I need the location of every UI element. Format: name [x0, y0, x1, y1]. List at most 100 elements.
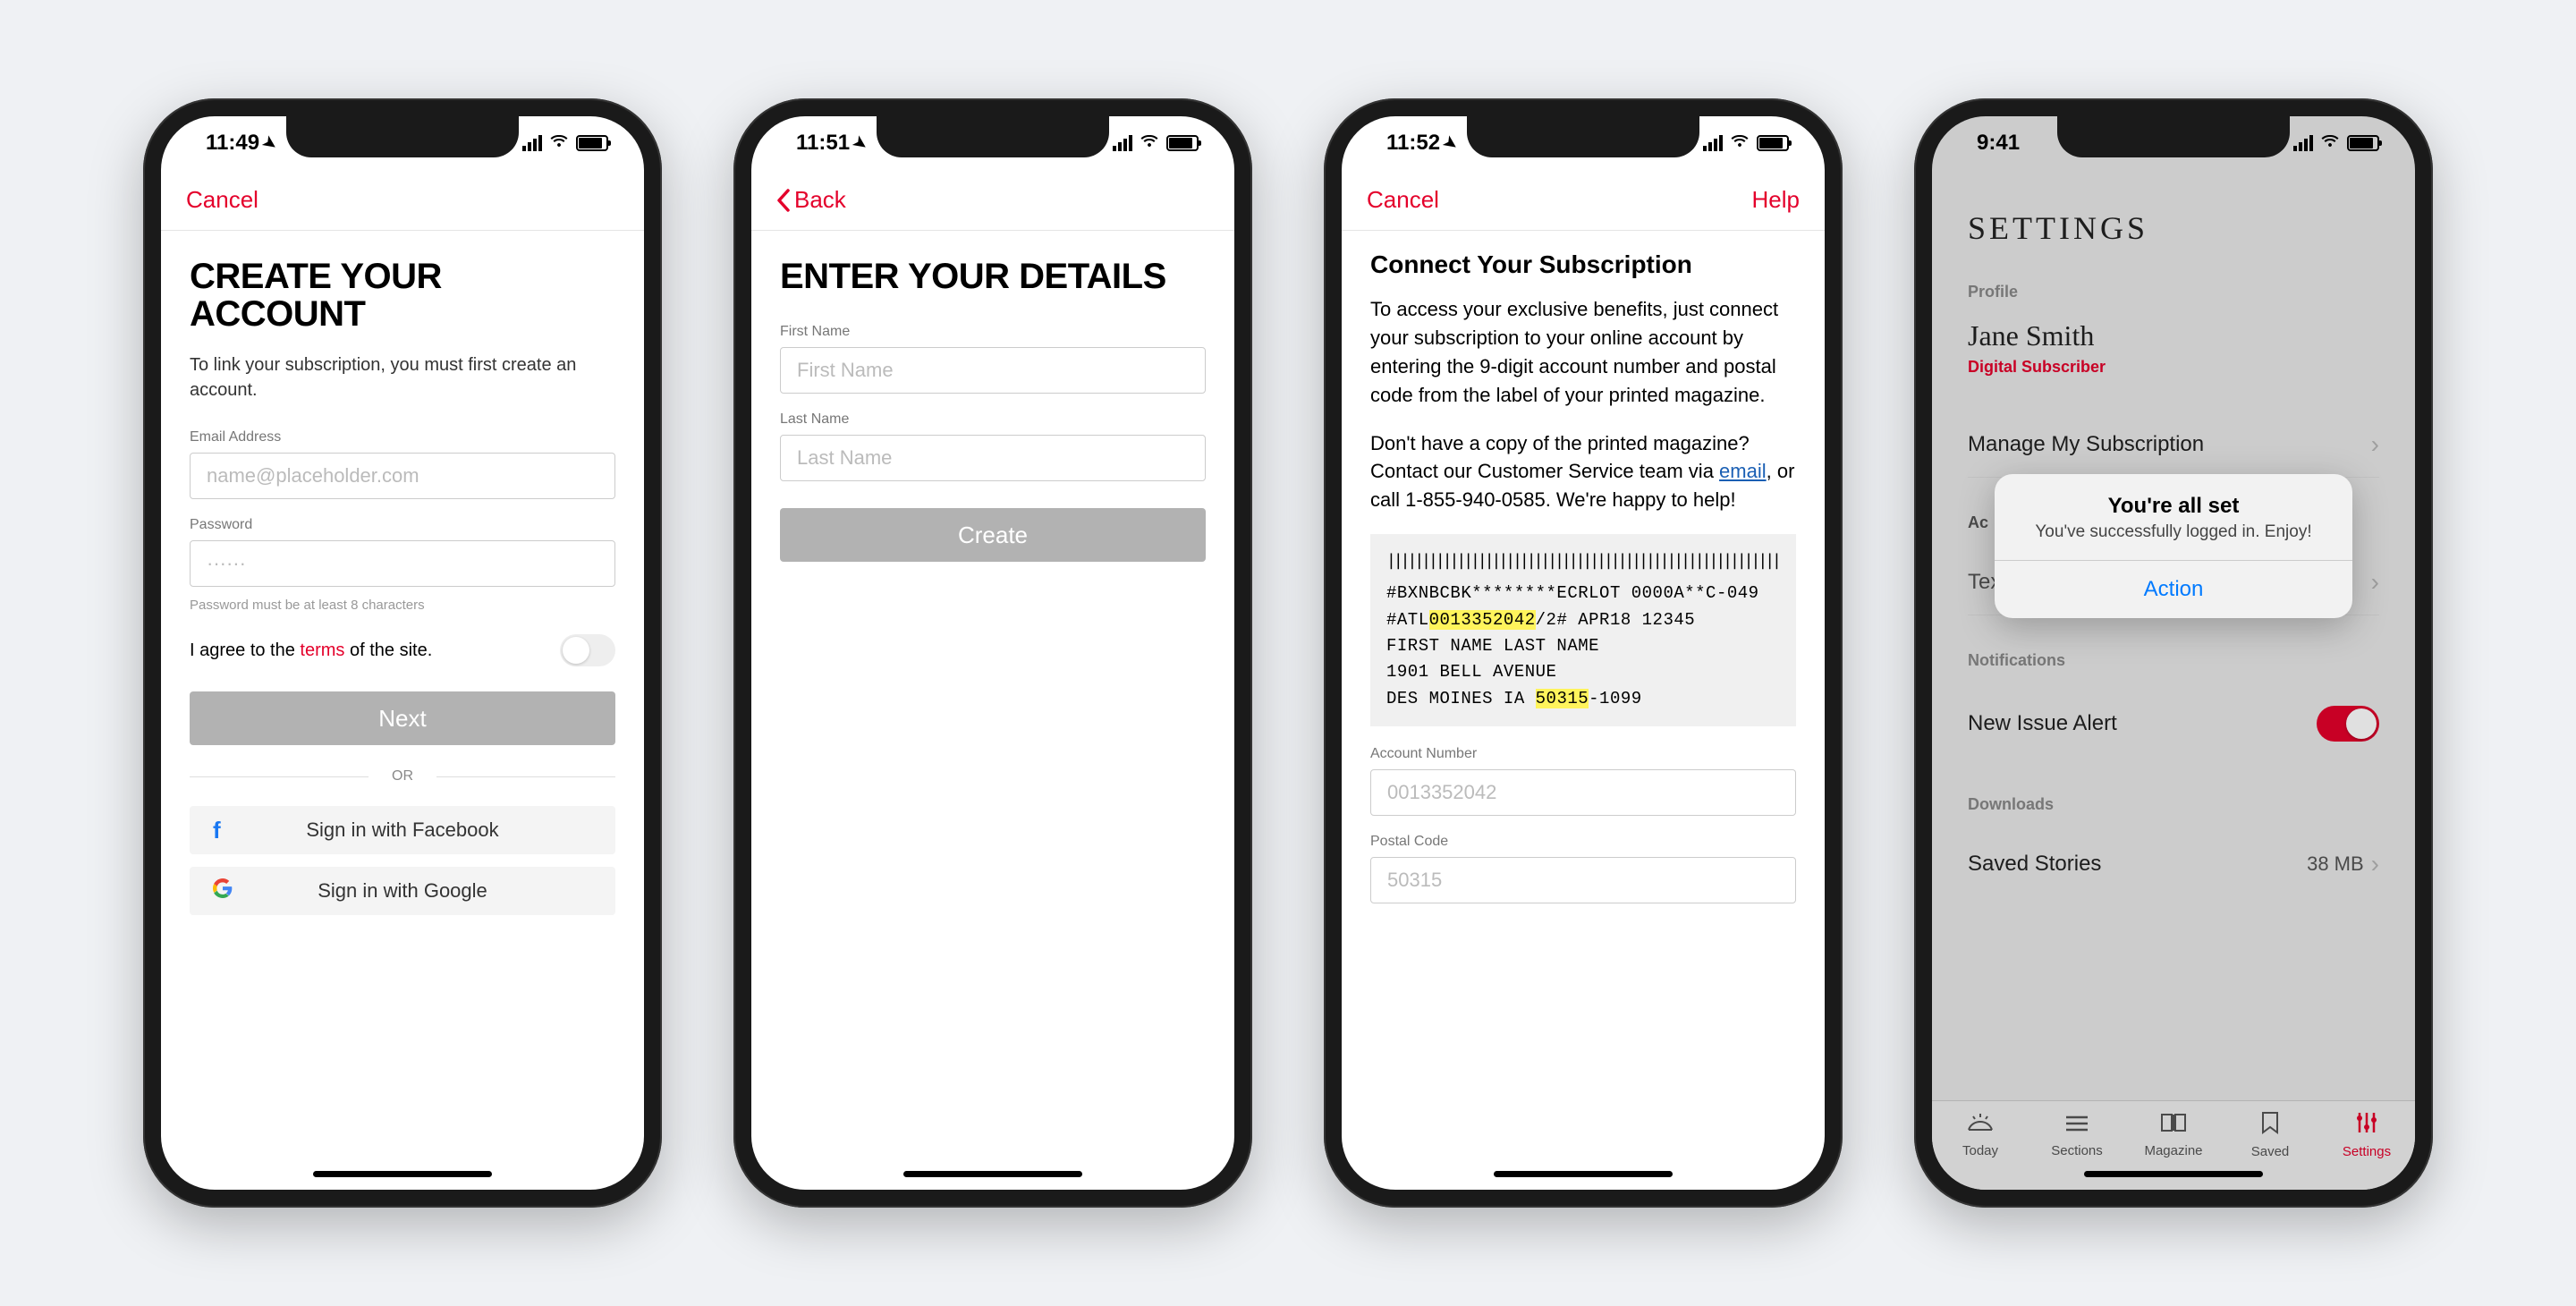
home-indicator[interactable] [2084, 1171, 2263, 1177]
home-indicator[interactable] [313, 1171, 492, 1177]
google-icon [213, 878, 233, 903]
location-icon: ➤ [258, 131, 280, 155]
terms-toggle[interactable] [560, 634, 615, 666]
magazine-icon [2160, 1111, 2187, 1140]
email-label: Email Address [190, 429, 615, 445]
next-button[interactable]: Next [190, 691, 615, 745]
account-number-field[interactable] [1370, 769, 1796, 816]
tab-saved[interactable]: Saved [2222, 1101, 2318, 1168]
saved-size: 38 MB [2307, 852, 2364, 876]
page-title: CREATE YOUR ACCOUNT [190, 258, 615, 333]
location-icon: ➤ [849, 131, 870, 155]
facebook-icon: f [213, 817, 221, 844]
settings-icon [2355, 1111, 2378, 1141]
cancel-button[interactable]: Cancel [186, 186, 258, 214]
manage-subscription-row[interactable]: Manage My Subscription › [1968, 412, 2379, 478]
password-label: Password [190, 517, 615, 533]
signal-icon [522, 135, 542, 151]
email-link[interactable]: email [1719, 460, 1767, 482]
email-field[interactable] [190, 453, 615, 499]
account-number-label: Account Number [1370, 746, 1796, 762]
terms-text: I agree to the terms of the site. [190, 640, 432, 661]
first-name-field[interactable] [780, 347, 1206, 394]
last-name-label: Last Name [780, 411, 1206, 428]
battery-icon [576, 135, 608, 151]
cancel-button[interactable]: Cancel [1367, 186, 1439, 214]
alert-message: You've successfully logged in. Enjoy! [1995, 522, 2352, 560]
wifi-icon [1730, 134, 1750, 153]
wifi-icon [1140, 134, 1159, 153]
instructions-1: To access your exclusive benefits, just … [1370, 295, 1796, 410]
status-time: 11:52 [1386, 131, 1440, 156]
phone-4: 9:41 SETTINGS Profile Jane Smith Digital… [1914, 98, 2433, 1208]
battery-icon [1166, 135, 1199, 151]
alert-dialog: You're all set You've successfully logge… [1995, 474, 2352, 618]
signal-icon [2293, 135, 2313, 151]
notch [877, 116, 1109, 157]
page-title: Connect Your Subscription [1370, 250, 1796, 279]
password-hint: Password must be at least 8 characters [190, 598, 615, 613]
help-button[interactable]: Help [1752, 186, 1800, 214]
page-subtitle: To link your subscription, you must firs… [190, 352, 615, 403]
alert-action-button[interactable]: Action [1995, 560, 2352, 618]
chevron-right-icon: › [2371, 568, 2379, 597]
new-issue-alert-row: New Issue Alert [1968, 688, 2379, 759]
create-button[interactable]: Create [780, 508, 1206, 562]
profile-section-label: Profile [1968, 283, 2379, 301]
wifi-icon [2320, 134, 2340, 153]
notch [286, 116, 519, 157]
nav-bar: Back [751, 170, 1234, 231]
profile-subtitle: Digital Subscriber [1968, 358, 2379, 377]
highlighted-postal: 50315 [1536, 689, 1589, 708]
tab-sections[interactable]: Sections [2029, 1101, 2125, 1168]
or-divider: OR [190, 768, 615, 784]
password-field[interactable] [190, 540, 615, 587]
screen-settings: 9:41 SETTINGS Profile Jane Smith Digital… [1932, 116, 2415, 1190]
home-indicator[interactable] [1494, 1171, 1673, 1177]
new-issue-toggle[interactable] [2317, 706, 2379, 742]
postal-code-field[interactable] [1370, 857, 1796, 903]
barcode-icon: ||||||||||||||||||||||||||||||||||||||||… [1386, 548, 1780, 573]
sections-icon [2064, 1111, 2089, 1140]
instructions-2: Don't have a copy of the printed magazin… [1370, 429, 1796, 515]
nav-bar: Cancel Help [1342, 170, 1825, 231]
page-title: SETTINGS [1968, 209, 2379, 247]
status-time: 11:49 [206, 131, 259, 156]
saved-stories-row[interactable]: Saved Stories 38 MB › [1968, 832, 2379, 896]
tab-magazine[interactable]: Magazine [2125, 1101, 2222, 1168]
status-time: 11:51 [796, 131, 850, 156]
profile-name: Jane Smith [1968, 319, 2379, 352]
tab-today[interactable]: Today [1932, 1101, 2029, 1168]
facebook-signin-button[interactable]: f Sign in with Facebook [190, 806, 615, 854]
battery-icon [2347, 135, 2379, 151]
nav-bar: Cancel [161, 170, 644, 231]
google-signin-button[interactable]: Sign in with Google [190, 867, 615, 915]
notifications-section-label: Notifications [1968, 651, 2379, 670]
signal-icon [1113, 135, 1132, 151]
status-time: 9:41 [1977, 131, 2020, 156]
screen-connect-subscription: 11:52➤ Cancel Help Connect Your Subscrip… [1342, 116, 1825, 1190]
terms-link[interactable]: terms [300, 640, 344, 660]
tab-settings[interactable]: Settings [2318, 1101, 2415, 1168]
home-indicator[interactable] [903, 1171, 1082, 1177]
location-icon: ➤ [1439, 131, 1461, 155]
chevron-left-icon [776, 189, 791, 212]
mailing-label-example: ||||||||||||||||||||||||||||||||||||||||… [1370, 534, 1796, 726]
screen-create-account: 11:49➤ Cancel CREATE YOUR ACCOUNT To lin… [161, 116, 644, 1190]
last-name-field[interactable] [780, 435, 1206, 481]
back-button[interactable]: Back [776, 186, 846, 214]
downloads-section-label: Downloads [1968, 795, 2379, 814]
phone-2: 11:51➤ Back ENTER YOUR DETAILS First Nam… [733, 98, 1252, 1208]
screen-enter-details: 11:51➤ Back ENTER YOUR DETAILS First Nam… [751, 116, 1234, 1190]
page-title: ENTER YOUR DETAILS [780, 258, 1206, 295]
saved-icon [2261, 1111, 2279, 1141]
phone-3: 11:52➤ Cancel Help Connect Your Subscrip… [1324, 98, 1843, 1208]
wifi-icon [549, 134, 569, 153]
postal-code-label: Postal Code [1370, 834, 1796, 850]
battery-icon [1757, 135, 1789, 151]
first-name-label: First Name [780, 324, 1206, 340]
notch [1467, 116, 1699, 157]
notch [2057, 116, 2290, 157]
phone-1: 11:49➤ Cancel CREATE YOUR ACCOUNT To lin… [143, 98, 662, 1208]
chevron-right-icon: › [2371, 430, 2379, 459]
